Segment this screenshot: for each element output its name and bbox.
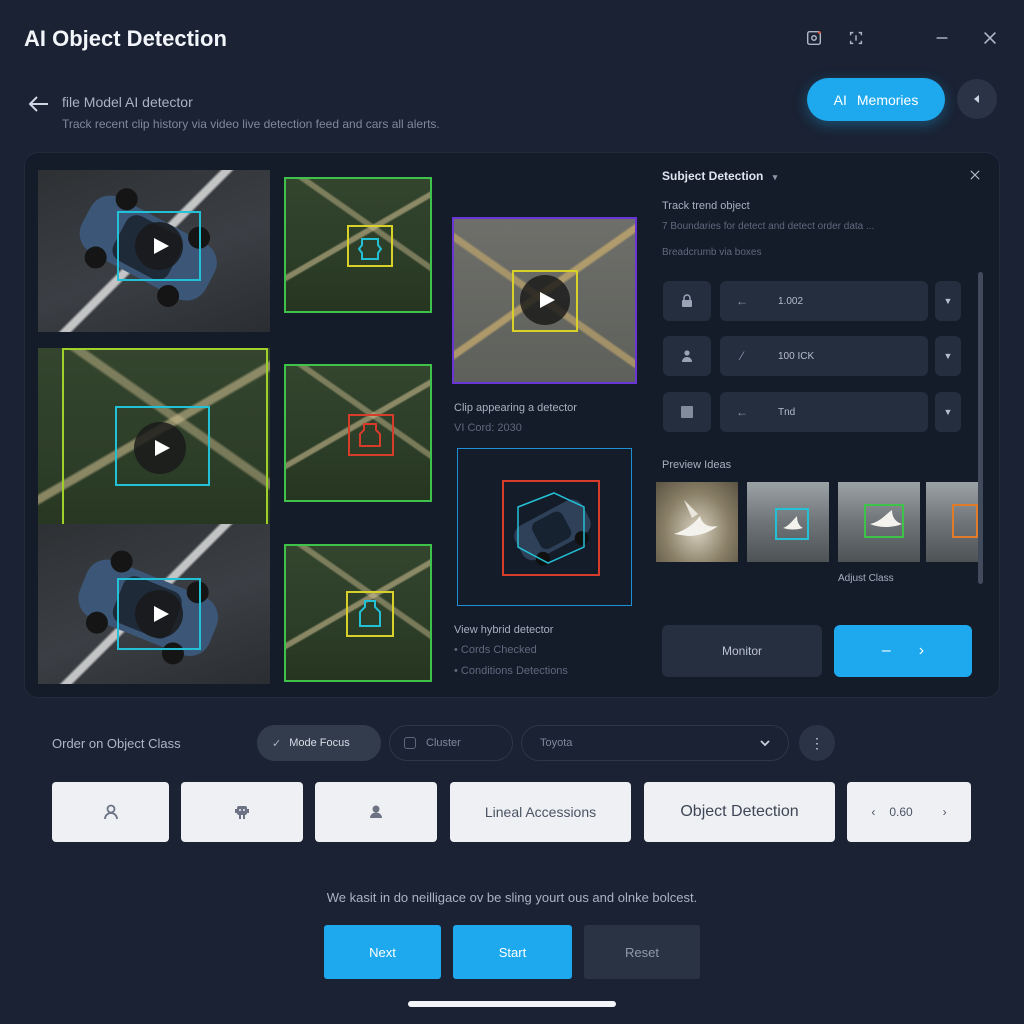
more-options-icon[interactable]: ⋮ [799,725,835,761]
lock-icon[interactable] [663,281,711,321]
page-subtitle: Track recent clip history via video live… [62,117,440,131]
home-indicator[interactable] [408,1001,616,1007]
field-value: 1.002 [778,295,804,307]
close-icon[interactable] [976,24,1004,52]
field-row-1[interactable]: ← 1.002 [720,281,928,321]
reset-button[interactable]: Reset [584,925,700,979]
caption-2-line-2: • Conditions Detections [454,665,568,677]
caption-2-title: View hybrid detector [454,624,554,636]
object-detection-button[interactable]: Object Detection [644,782,835,842]
minimize-icon[interactable] [928,24,956,52]
monitor-button[interactable]: Monitor [662,625,822,677]
grid-icon[interactable] [663,392,711,432]
back-arrow-icon[interactable] [26,92,52,116]
track-label: Track trend object [662,200,750,212]
next-button[interactable]: Next [324,925,441,979]
chevron-left-icon[interactable]: ‹ [871,805,875,819]
arrow-left-icon: ← [736,405,748,419]
preview-street-1[interactable] [747,482,829,562]
cta-label: Memories [856,91,919,108]
chevron-right-icon[interactable]: › [943,805,947,819]
next-step-button[interactable]: – › [834,625,972,677]
class-dropdown[interactable]: Toyota [521,725,789,761]
play-icon[interactable] [135,590,183,638]
video-thumb-car-1[interactable] [38,170,270,332]
preview-street-2[interactable] [838,482,920,562]
start-button[interactable]: Start [453,925,572,979]
side-panel-scrollbar[interactable] [978,272,983,584]
field-value: 100 ICK [778,350,815,362]
panel-close-icon[interactable] [962,162,988,188]
field-value: Tnd [778,406,796,418]
ai-memories-button[interactable]: AI Memories [807,78,945,121]
play-icon[interactable] [520,275,570,325]
detail-car-frame[interactable] [457,448,632,606]
video-thumb-car-2[interactable] [38,524,270,684]
class-person-button[interactable] [52,782,169,842]
slash-icon: ⁄ [740,349,743,363]
square-icon [404,737,416,749]
expand-icon[interactable] [842,24,870,52]
caption-2-line-1: • Cords Checked [454,644,537,656]
play-icon[interactable] [134,422,186,474]
preview-label: Preview Ideas [662,459,732,471]
section-label: Breadcrumb via boxes [662,247,762,258]
threshold-stepper[interactable]: ‹ 0.60 › [847,782,971,842]
dropdown-toggle-icon[interactable]: ▼ [935,281,961,321]
field-row-3[interactable]: ← Tnd [720,392,928,432]
class-robot-button[interactable] [181,782,303,842]
preview-street-3[interactable] [926,482,978,562]
check-icon: ✓ [272,737,282,750]
robot-icon [235,806,249,819]
user-outline-icon [103,804,118,820]
play-icon[interactable] [135,222,183,270]
preview-bird-1[interactable] [656,482,738,562]
crop-thumb-3[interactable] [284,544,432,682]
track-description: 7 Boundaries for detect and detect order… [662,221,875,232]
field-row-2[interactable]: ⁄ 100 ICK [720,336,928,376]
lineal-accessions-button[interactable]: Lineal Accessions [450,782,631,842]
person-icon[interactable] [663,336,711,376]
crop-thumb-1[interactable] [284,177,432,313]
cta-prefix: AI [833,91,847,108]
mode-focus-chip[interactable]: ✓ Mode Focus [257,725,381,761]
cluster-chip[interactable]: Cluster [389,725,513,761]
video-thumb-field[interactable] [38,348,270,544]
chevron-right-icon: › [918,642,925,659]
collapse-chevron-icon[interactable] [957,79,997,119]
filter-label: Order on Object Class [52,736,181,751]
side-panel-title[interactable]: Subject Detection ▾ [662,169,777,183]
caption-1-title: Clip appearing a detector [454,402,577,414]
class-user-button[interactable] [315,782,437,842]
caption-1-meta: VI Cord: 2030 [454,422,522,434]
chevron-down-icon [760,740,770,747]
dropdown-toggle-icon[interactable]: ▼ [935,336,961,376]
helper-text: We kasit in do neilligace ov be sling yo… [326,890,698,905]
threshold-value: 0.60 [889,805,913,819]
screenshot-icon[interactable] [800,24,828,52]
crop-thumb-2[interactable] [284,364,432,502]
app-title: AI Object Detection [24,26,227,51]
dropdown-toggle-icon[interactable]: ▼ [935,392,961,432]
arrow-left-icon: ← [736,294,748,308]
chevron-down-icon: ▾ [772,172,778,182]
breadcrumb: file Model AI detector [62,94,193,110]
user-solid-icon [370,805,382,818]
detail-thumb-concrete[interactable] [452,217,637,384]
dash-icon: – [881,642,891,659]
preview-caption: Adjust Class [838,573,894,584]
